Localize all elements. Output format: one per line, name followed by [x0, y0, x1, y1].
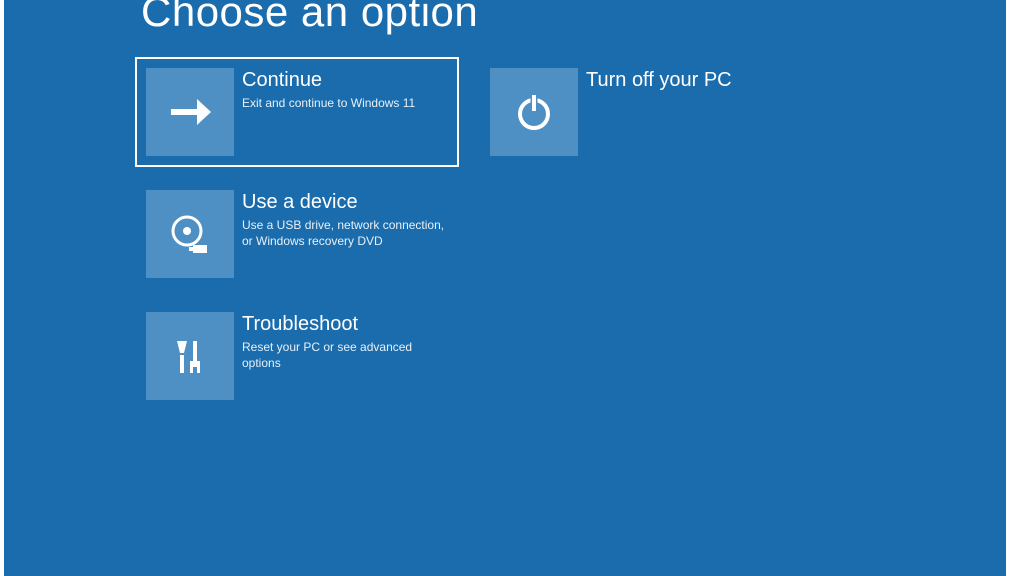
turnoff-text: Turn off your PC: [578, 68, 792, 95]
continue-desc: Exit and continue to Windows 11: [242, 95, 448, 111]
device-desc: Use a USB drive, network connection, or …: [242, 217, 448, 249]
troubleshoot-title: Troubleshoot: [242, 312, 448, 336]
arrow-right-icon: [146, 68, 234, 156]
troubleshoot-text: Troubleshoot Reset your PC or see advanc…: [234, 312, 448, 371]
power-icon: [490, 68, 578, 156]
device-text: Use a device Use a USB drive, network co…: [234, 190, 448, 249]
continue-option[interactable]: Continue Exit and continue to Windows 11: [135, 57, 459, 167]
page-title: Choose an option: [141, 0, 478, 36]
disc-usb-icon: [146, 190, 234, 278]
tools-icon: [146, 312, 234, 400]
troubleshoot-desc: Reset your PC or see advanced options: [242, 339, 448, 371]
continue-title: Continue: [242, 68, 448, 92]
turnoff-option[interactable]: Turn off your PC: [479, 57, 803, 167]
left-edge-decoration: [0, 0, 4, 576]
right-edge-decoration: [1006, 0, 1010, 576]
device-title: Use a device: [242, 190, 448, 214]
turnoff-title: Turn off your PC: [586, 68, 792, 92]
options-grid: Continue Exit and continue to Windows 11…: [135, 57, 803, 411]
troubleshoot-option[interactable]: Troubleshoot Reset your PC or see advanc…: [135, 301, 459, 411]
device-option[interactable]: Use a device Use a USB drive, network co…: [135, 179, 459, 289]
continue-text: Continue Exit and continue to Windows 11: [234, 68, 448, 111]
